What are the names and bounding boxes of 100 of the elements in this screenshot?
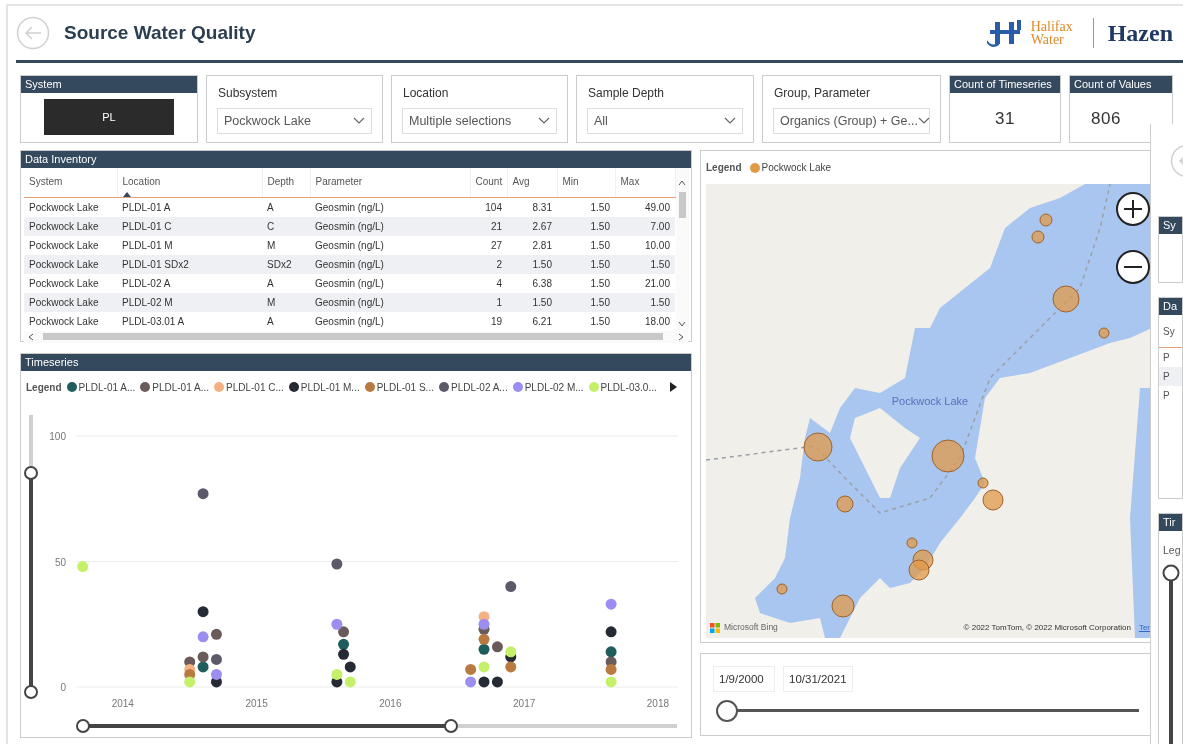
table-cell: 1.50 xyxy=(557,311,615,331)
table-cell: 18.00 xyxy=(615,311,675,331)
table-cell: 1.50 xyxy=(557,216,615,236)
table-cell: A xyxy=(262,311,310,331)
system-option-button[interactable]: PL xyxy=(44,99,174,135)
partner-logo-text: Hazen xyxy=(1107,19,1173,48)
slicer-title: System xyxy=(21,76,197,93)
dropdown-value: Multiple selections xyxy=(409,112,512,130)
column-header[interactable]: Parameter xyxy=(310,168,470,198)
legend-item[interactable]: Pockwock Lake xyxy=(761,160,832,175)
column-header[interactable]: Min xyxy=(557,168,615,198)
slicer-label: Sample Depth xyxy=(588,85,666,102)
table-cell: Geosmin (ng/L) xyxy=(310,311,470,331)
date-field[interactable]: 1/9/2000 xyxy=(713,666,775,692)
slicer-title: Sy xyxy=(1159,217,1182,234)
axis-tick-label: 2017 xyxy=(513,698,536,709)
column-header[interactable]: Depth xyxy=(262,168,310,198)
legend-item[interactable]: PLDL-02 M... xyxy=(524,379,584,395)
table-cell: 1.50 xyxy=(557,292,615,312)
legend-label: Leg xyxy=(1163,543,1182,558)
table-cell: 27 xyxy=(470,235,507,255)
legend-item[interactable]: PLDL-01 C... xyxy=(225,379,284,395)
slicer-label: Location xyxy=(403,85,450,102)
column-header[interactable]: Count xyxy=(470,168,507,198)
panel-title: Tir xyxy=(1159,514,1182,531)
logo-text: Halifax xyxy=(1030,19,1073,33)
card-value: 806 xyxy=(1090,108,1122,130)
legend-item[interactable]: PLDL-01 A... xyxy=(78,379,136,395)
card-title: Count of Timeseries xyxy=(950,76,1060,93)
table-cell: M xyxy=(262,292,310,312)
table-cell: 19 xyxy=(470,311,507,331)
column-header[interactable]: System xyxy=(24,168,117,198)
table-cell: 2.81 xyxy=(507,235,557,255)
table-cell: 7.00 xyxy=(615,216,675,236)
table-cell: 21.00 xyxy=(615,273,675,293)
legend-item[interactable]: PLDL-01 M... xyxy=(300,379,360,395)
axis-tick-label: 100 xyxy=(49,431,66,442)
dropdown[interactable]: Organics (Group) + Ge... xyxy=(773,108,930,134)
column-header[interactable]: Max xyxy=(615,168,675,198)
legend-item[interactable]: PLDL-01 S... xyxy=(376,379,434,395)
table-cell: 1.50 xyxy=(557,273,615,293)
column-header[interactable]: Location xyxy=(117,168,262,198)
table-cell: PLDL-02 M xyxy=(117,292,262,312)
table-cell: 1.50 xyxy=(507,254,557,274)
table-cell-text: P xyxy=(1162,389,1171,403)
table-cell: 2 xyxy=(470,254,507,274)
table-cell: Pockwock Lake xyxy=(24,311,117,331)
legend-item[interactable]: PLDL-03.0... xyxy=(600,379,657,395)
lake-label: Pockwock Lake xyxy=(891,395,969,407)
date-field[interactable]: 10/31/2021 xyxy=(783,666,853,692)
table-cell: Pockwock Lake xyxy=(24,292,117,312)
table-cell: PLDL-01 M xyxy=(117,235,262,255)
column-header[interactable]: Avg xyxy=(507,168,557,198)
map-credit: Microsoft Bing xyxy=(724,621,778,634)
table-cell: Geosmin (ng/L) xyxy=(310,197,470,217)
table-cell: SDx2 xyxy=(262,254,310,274)
legend-item[interactable]: PLDL-02 A... xyxy=(450,379,508,395)
legend-item[interactable]: PLDL-01 A... xyxy=(152,379,209,395)
table-cell: M xyxy=(262,235,310,255)
table-cell: PLDL-01 A xyxy=(117,197,262,217)
dropdown-value: Organics (Group) + Ge... xyxy=(780,112,918,130)
table-cell: 1.50 xyxy=(507,292,557,312)
table-cell: PLDL-01 SDx2 xyxy=(117,254,262,274)
table-cell: 6.21 xyxy=(507,311,557,331)
panel-title: Da xyxy=(1159,298,1182,315)
table-cell: 1.50 xyxy=(615,254,675,274)
table-cell: PLDL-03.01 A xyxy=(117,311,262,331)
table-cell: C xyxy=(262,216,310,236)
dropdown-value: Pockwock Lake xyxy=(224,112,311,130)
table-cell: Pockwock Lake xyxy=(24,273,117,293)
table-cell: 104 xyxy=(470,197,507,217)
page-title: Source Water Quality xyxy=(64,20,256,45)
table-cell: 1 xyxy=(470,292,507,312)
table-cell: 10.00 xyxy=(615,235,675,255)
card-title: Count of Values xyxy=(1070,76,1172,93)
table-cell: 1.50 xyxy=(557,197,615,217)
table-cell: 8.31 xyxy=(507,197,557,217)
table-cell: 6.38 xyxy=(507,273,557,293)
axis-tick-label: 50 xyxy=(54,556,66,568)
table-cell: 4 xyxy=(470,273,507,293)
legend-label: Legend xyxy=(706,161,742,175)
panel-title: Data Inventory xyxy=(21,151,691,168)
dropdown[interactable]: Pockwock Lake xyxy=(217,108,372,134)
table-cell: Pockwock Lake xyxy=(24,197,117,217)
column-header[interactable]: Sy xyxy=(1159,315,1182,348)
dropdown[interactable]: All xyxy=(587,108,743,134)
dropdown[interactable]: Multiple selections xyxy=(402,108,557,134)
table-cell: Geosmin (ng/L) xyxy=(310,254,470,274)
legend-label: Legend xyxy=(26,380,62,395)
table-cell: 49.00 xyxy=(615,197,675,217)
table-cell: PLDL-02 A xyxy=(117,273,262,293)
axis-tick-label: 2018 xyxy=(646,698,670,709)
slicer-label: Group, Parameter xyxy=(774,85,872,102)
table-cell: Geosmin (ng/L) xyxy=(310,216,470,236)
panel-title: Timeseries xyxy=(21,354,691,371)
table-cell: Geosmin (ng/L) xyxy=(310,273,470,293)
axis-tick-label: 2014 xyxy=(111,698,134,709)
table-cell: Pockwock Lake xyxy=(24,216,117,236)
map-attribution: © 2022 TomTom, © 2022 Microsoft Corporation xyxy=(963,622,1131,634)
slicer-label: Subsystem xyxy=(218,85,279,102)
